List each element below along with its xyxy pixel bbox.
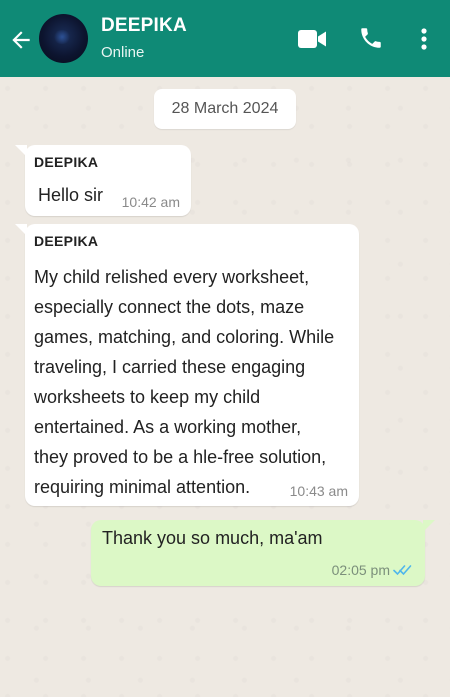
contact-status: Online: [101, 44, 145, 61]
back-arrow-icon[interactable]: [8, 27, 34, 53]
message-bubble-incoming[interactable]: DEEPIKA My child relished every workshee…: [15, 224, 359, 506]
more-vertical-icon[interactable]: [417, 26, 431, 52]
message-bubble-incoming[interactable]: DEEPIKA Hello sir 10:42 am: [15, 145, 191, 216]
message-sender: DEEPIKA: [34, 154, 99, 170]
avatar[interactable]: [39, 14, 88, 63]
message-text: Hello sir: [38, 185, 104, 205]
message-time: 10:42 am: [121, 194, 180, 210]
video-call-icon[interactable]: [297, 28, 327, 50]
message-bubble-outgoing[interactable]: Thank you so much, ma'am 02:05 pm: [91, 520, 435, 586]
phone-icon[interactable]: [358, 25, 384, 51]
message-text: Thank you so much, ma'am: [102, 528, 323, 548]
message-text: My child relished every worksheet, espec…: [34, 267, 335, 497]
message-time: 10:43 am: [289, 483, 348, 499]
message-sender: DEEPIKA: [34, 233, 99, 249]
read-double-tick-icon: [393, 565, 412, 576]
chat-header: DEEPIKA Online: [0, 0, 450, 77]
message-time: 02:05 pm: [331, 562, 390, 578]
date-chip: 28 March 2024: [154, 89, 296, 129]
contact-name[interactable]: DEEPIKA: [101, 15, 187, 37]
